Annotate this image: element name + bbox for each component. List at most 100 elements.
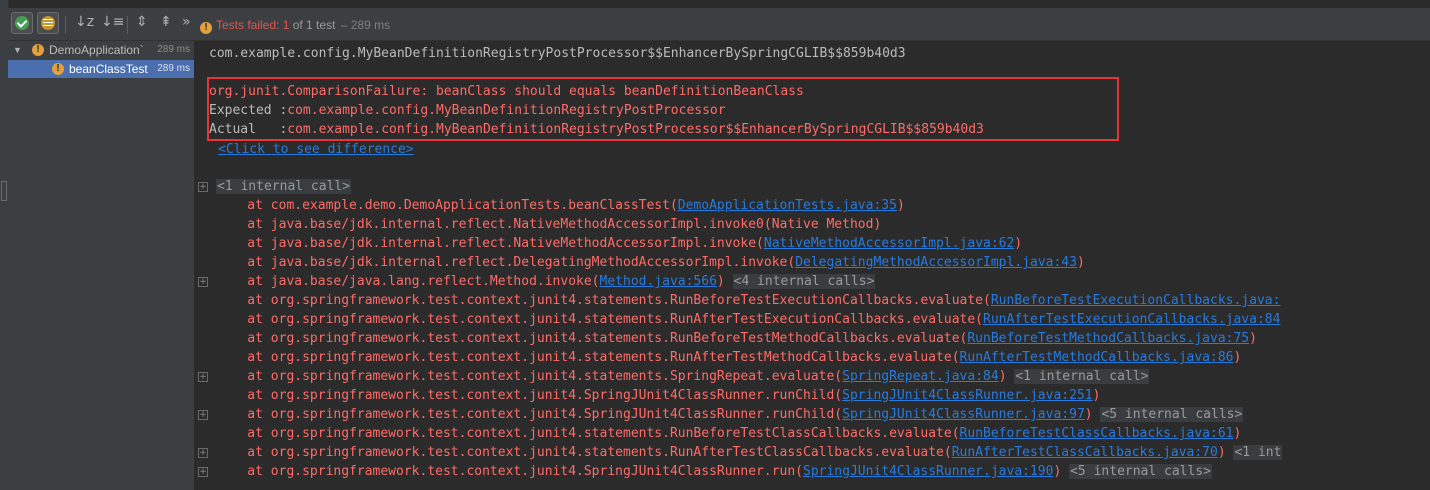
toolbar-separator: [127, 16, 128, 34]
stack-frame-line: at org.springframework.test.context.juni…: [216, 291, 1280, 310]
stack-frame-line: at org.springframework.test.context.juni…: [216, 329, 1257, 348]
internal-call-fold[interactable]: <1 internal call>: [216, 177, 352, 196]
warning-icon: !: [52, 63, 64, 75]
stack-frame-close: ): [1217, 445, 1226, 460]
stack-frame-text: at java.base/jdk.internal.reflect.Native…: [216, 217, 882, 232]
click-to-see-difference-link[interactable]: <Click to see difference>: [218, 140, 414, 159]
console-output[interactable]: com.example.config.MyBeanDefinitionRegis…: [196, 41, 1430, 490]
stack-frame-line: at com.example.demo.DemoApplicationTests…: [216, 196, 905, 215]
expand-fold-icon[interactable]: +: [198, 467, 208, 477]
stack-frame-text: at org.springframework.test.context.juni…: [216, 312, 984, 327]
expand-fold-icon[interactable]: +: [198, 277, 208, 287]
stack-frame-line: at java.base/jdk.internal.reflect.Native…: [216, 234, 1022, 253]
test-runner-toolbar: ↓z ↓≡ ⇕ ⇞ » ! Tests failed: 1 of 1 test –…: [8, 8, 1430, 41]
internal-calls-fold[interactable]: <5 internal calls>: [1100, 407, 1244, 422]
stack-frame-line: at java.base/jdk.internal.reflect.Native…: [216, 215, 881, 234]
sort-alphabetically-icon[interactable]: ↓z: [75, 14, 94, 30]
collapse-all-icon[interactable]: ⇞: [160, 14, 172, 30]
stack-frame-close: ): [896, 198, 905, 213]
stack-frame-close: ): [1092, 388, 1101, 403]
stack-frame-line: at org.springframework.test.context.juni…: [216, 348, 1241, 367]
console-line: com.example.config.MyBeanDefinitionRegis…: [209, 46, 906, 61]
test-status: ! Tests failed: 1 of 1 test – 289 ms: [200, 17, 390, 34]
stack-frame-close: ): [1233, 350, 1242, 365]
source-link[interactable]: NativeMethodAccessorImpl.java:62: [764, 236, 1014, 251]
source-link[interactable]: RunBeforeTestClassCallbacks.java:61: [960, 426, 1234, 441]
stack-frame-close: ): [1014, 236, 1023, 251]
stack-frame-text: at org.springframework.test.context.juni…: [216, 331, 968, 346]
show-ignored-button[interactable]: [37, 12, 59, 34]
stack-frame-close: ): [1076, 255, 1085, 270]
stack-frame-close: ): [1084, 407, 1093, 422]
stack-frame-text: at org.springframework.test.context.juni…: [216, 350, 960, 365]
source-link[interactable]: RunAfterTestExecutionCallbacks.java:84: [983, 312, 1280, 327]
internal-calls-fold[interactable]: <4 internal calls>: [732, 274, 876, 289]
show-ignored-icon: [41, 16, 55, 30]
stack-frame-line: at org.springframework.test.context.juni…: [216, 443, 1283, 462]
stack-frame-line: at java.base/jdk.internal.reflect.Delega…: [216, 253, 1085, 272]
error-highlight-box: [207, 77, 1119, 141]
tree-item-label: beanClassTest: [69, 62, 148, 76]
test-duration: – 289 ms: [337, 18, 391, 32]
stack-frame-line: at java.base/java.lang.reflect.Method.in…: [216, 272, 876, 291]
tree-item-time: 289 ms: [157, 63, 190, 74]
source-link[interactable]: SpringJUnit4ClassRunner.java:251: [842, 388, 1092, 403]
test-count-text: of 1 test: [289, 18, 336, 32]
stack-frame-line: at org.springframework.test.context.juni…: [216, 367, 1150, 386]
stack-frame-text: at java.base/java.lang.reflect.Method.in…: [216, 274, 600, 289]
stack-frame-text: at org.springframework.test.context.juni…: [216, 464, 803, 479]
stack-frame-text: at org.springframework.test.context.juni…: [216, 293, 991, 308]
source-link[interactable]: Method.java:566: [600, 274, 717, 289]
more-icon[interactable]: »: [182, 14, 191, 30]
internal-calls-fold[interactable]: <1 internal call>: [1014, 369, 1150, 384]
tree-item-bean-class-test[interactable]: ! beanClassTest 289 ms: [8, 60, 194, 78]
show-passed-icon: [15, 16, 29, 30]
test-tree: ▼ ! DemoApplication` 289 ms ! beanClassT…: [8, 41, 195, 490]
tree-item-demo-application-tests[interactable]: ▼ ! DemoApplication` 289 ms: [8, 41, 194, 59]
stack-frame-line: at org.springframework.test.context.juni…: [216, 386, 1100, 405]
tests-failed-text: Tests failed: 1: [216, 18, 290, 32]
stack-frame-text: at org.springframework.test.context.juni…: [216, 445, 952, 460]
expand-fold-icon[interactable]: +: [198, 182, 208, 192]
source-link[interactable]: SpringRepeat.java:84: [842, 369, 999, 384]
stack-frame-text: at org.springframework.test.context.juni…: [216, 407, 843, 422]
stack-frame-text: at java.base/jdk.internal.reflect.Native…: [216, 236, 764, 251]
source-link[interactable]: RunBeforeTestExecutionCallbacks.java:: [991, 293, 1281, 308]
stack-frame-close: ): [1233, 426, 1242, 441]
expand-arrow-icon[interactable]: ▼: [13, 41, 22, 59]
stack-frame-text: at org.springframework.test.context.juni…: [216, 426, 960, 441]
tree-item-label: DemoApplication`: [49, 43, 144, 57]
stack-frame-text: at org.springframework.test.context.juni…: [216, 388, 843, 403]
source-link[interactable]: RunAfterTestClassCallbacks.java:70: [952, 445, 1218, 460]
stack-frame-text: at java.base/jdk.internal.reflect.Delega…: [216, 255, 796, 270]
warning-icon: !: [200, 22, 212, 34]
source-link[interactable]: DelegatingMethodAccessorImpl.java:43: [795, 255, 1077, 270]
stack-frame-line: at org.springframework.test.context.juni…: [216, 405, 1244, 424]
expand-fold-icon[interactable]: +: [198, 448, 208, 458]
tool-strip-handle[interactable]: [1, 181, 7, 201]
stack-frame-line: at org.springframework.test.context.juni…: [216, 424, 1241, 443]
expand-fold-icon[interactable]: +: [198, 372, 208, 382]
stack-frame-close: ): [998, 369, 1007, 384]
sort-by-duration-icon[interactable]: ↓≡: [101, 14, 124, 30]
tree-item-time: 289 ms: [157, 44, 190, 55]
stack-frame-close: ): [716, 274, 725, 289]
stack-frame-text: at com.example.demo.DemoApplicationTests…: [216, 198, 678, 213]
stack-frame-close: ): [1053, 464, 1062, 479]
source-link[interactable]: RunBeforeTestMethodCallbacks.java:75: [967, 331, 1249, 346]
expand-all-icon[interactable]: ⇕: [136, 14, 148, 30]
expand-fold-icon[interactable]: +: [198, 410, 208, 420]
toolbar-separator: [65, 16, 66, 34]
show-passed-button[interactable]: [11, 12, 33, 34]
source-link[interactable]: DemoApplicationTests.java:35: [678, 198, 897, 213]
internal-calls-fold[interactable]: <1 int: [1233, 445, 1283, 460]
warning-icon: !: [32, 44, 44, 56]
stack-frame-line: at org.springframework.test.context.juni…: [216, 462, 1212, 481]
source-link[interactable]: RunAfterTestMethodCallbacks.java:86: [960, 350, 1234, 365]
stack-frame-close: ): [1249, 331, 1257, 346]
stack-frame-line: at org.springframework.test.context.juni…: [216, 310, 1280, 329]
source-link[interactable]: SpringJUnit4ClassRunner.java:190: [803, 464, 1053, 479]
internal-calls-fold[interactable]: <5 internal calls>: [1069, 464, 1212, 479]
source-link[interactable]: SpringJUnit4ClassRunner.java:97: [842, 407, 1085, 422]
stack-frame-text: at org.springframework.test.context.juni…: [216, 369, 843, 384]
